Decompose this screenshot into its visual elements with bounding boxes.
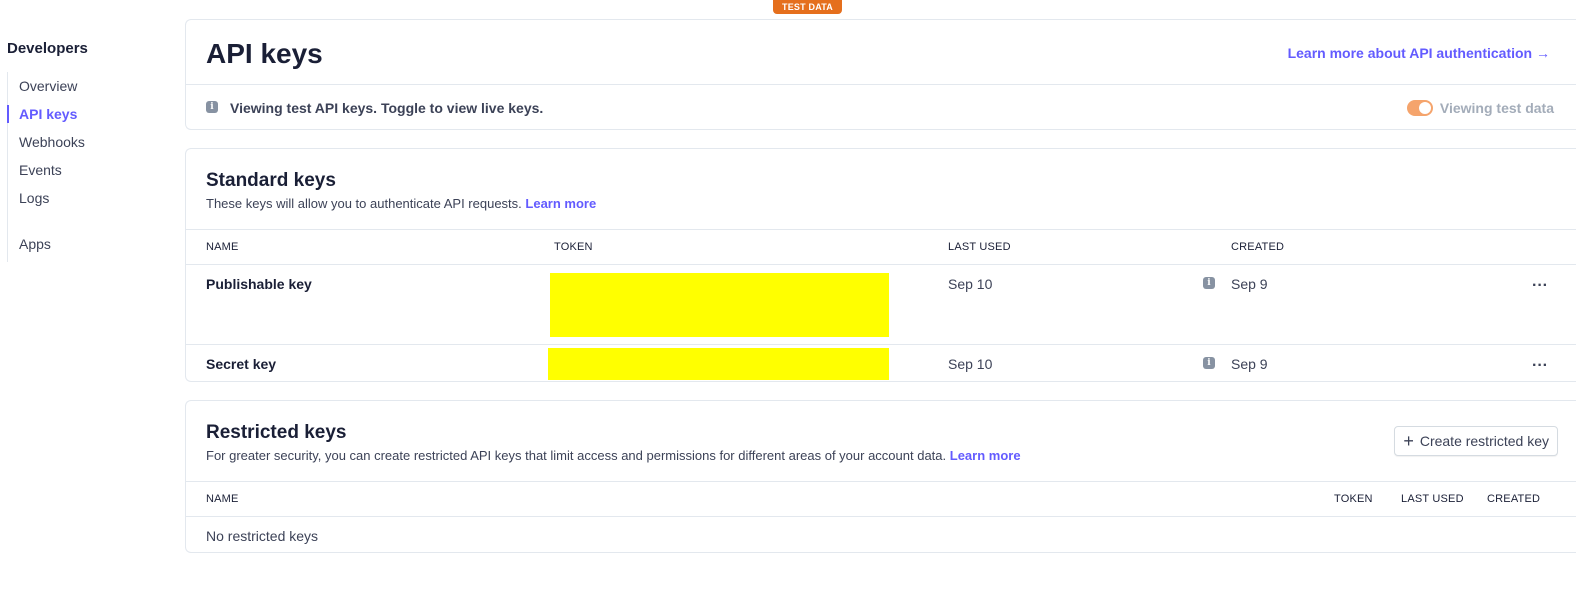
secret-key-name: Secret key [206,356,277,372]
secret-key-created: Sep 9 [1231,356,1268,372]
more-options-icon[interactable]: ··· [1532,358,1548,374]
col-head-created: CREATED [1487,493,1541,505]
publishable-key-token-redacted[interactable] [550,273,889,337]
standard-desc-text: These keys will allow you to authenticat… [206,196,522,211]
info-row: i Viewing test API keys. Toggle to view … [186,84,1576,130]
divider [186,344,1576,345]
info-icon[interactable]: i [1203,277,1215,289]
secret-key-last-used: Sep 10 [948,356,993,372]
plus-icon: + [1403,431,1414,451]
arrow-right-icon: → [1536,45,1550,61]
col-head-token: TOKEN [1334,493,1373,505]
test-data-toggle[interactable]: Viewing test data [1406,100,1554,116]
sidebar-item-api-keys[interactable]: API keys [19,106,77,122]
col-head-last-used: LAST USED [1401,493,1464,505]
publishable-key-last-used: Sep 10 [948,276,993,292]
create-restricted-key-label: Create restricted key [1419,433,1549,449]
publishable-key-name: Publishable key [206,276,312,292]
col-head-created: CREATED [1231,241,1285,253]
header-card: API keys Learn more about API authentica… [185,19,1576,130]
toggle-knob [1418,102,1431,114]
test-data-badge: TEST DATA [773,0,842,14]
standard-keys-title: Standard keys [206,170,336,191]
empty-state-text: No restricted keys [206,528,319,544]
standard-learn-more-link[interactable]: Learn more [525,196,596,211]
info-text: Viewing test API keys. Toggle to view li… [230,100,544,116]
divider [186,516,1576,517]
col-head-name: NAME [206,241,239,253]
sidebar-item-events[interactable]: Events [19,162,62,178]
sidebar: Developers Overview API keys Webhooks Ev… [0,0,180,615]
sidebar-item-overview[interactable]: Overview [19,78,77,94]
sidebar-item-logs[interactable]: Logs [19,190,49,206]
sidebar-title: Developers [7,40,88,57]
divider [186,229,1576,230]
sidebar-item-apps[interactable]: Apps [19,236,51,252]
toggle-label: Viewing test data [1439,100,1554,116]
standard-keys-description: These keys will allow you to authenticat… [206,196,596,211]
col-head-name: NAME [206,493,239,505]
restricted-keys-description: For greater security, you can create res… [206,448,1021,463]
publishable-key-created: Sep 9 [1231,276,1268,292]
learn-auth-link[interactable]: Learn more about API authentication → [1288,45,1550,61]
secret-key-token-redacted[interactable] [548,348,889,380]
standard-keys-card: Standard keys These keys will allow you … [185,148,1576,382]
info-icon[interactable]: i [1203,357,1215,369]
col-head-token: TOKEN [554,241,593,253]
page-title: API keys [206,38,323,69]
restricted-desc-text: For greater security, you can create res… [206,448,947,463]
more-options-icon[interactable]: ··· [1532,278,1548,294]
restricted-learn-more-link[interactable]: Learn more [950,448,1021,463]
info-icon: i [206,101,218,113]
learn-auth-label: Learn more about API authentication [1287,45,1533,61]
create-restricted-key-button[interactable]: + Create restricted key [1394,426,1558,456]
sidebar-item-webhooks[interactable]: Webhooks [19,134,85,150]
active-indicator [7,105,9,123]
divider [186,481,1576,482]
restricted-keys-title: Restricted keys [206,422,347,443]
col-head-last-used: LAST USED [948,241,1011,253]
toggle-switch[interactable] [1406,100,1433,116]
divider [186,264,1576,265]
restricted-keys-card: Restricted keys For greater security, yo… [185,400,1576,553]
sidebar-nav: Overview API keys Webhooks Events Logs A… [7,72,177,262]
